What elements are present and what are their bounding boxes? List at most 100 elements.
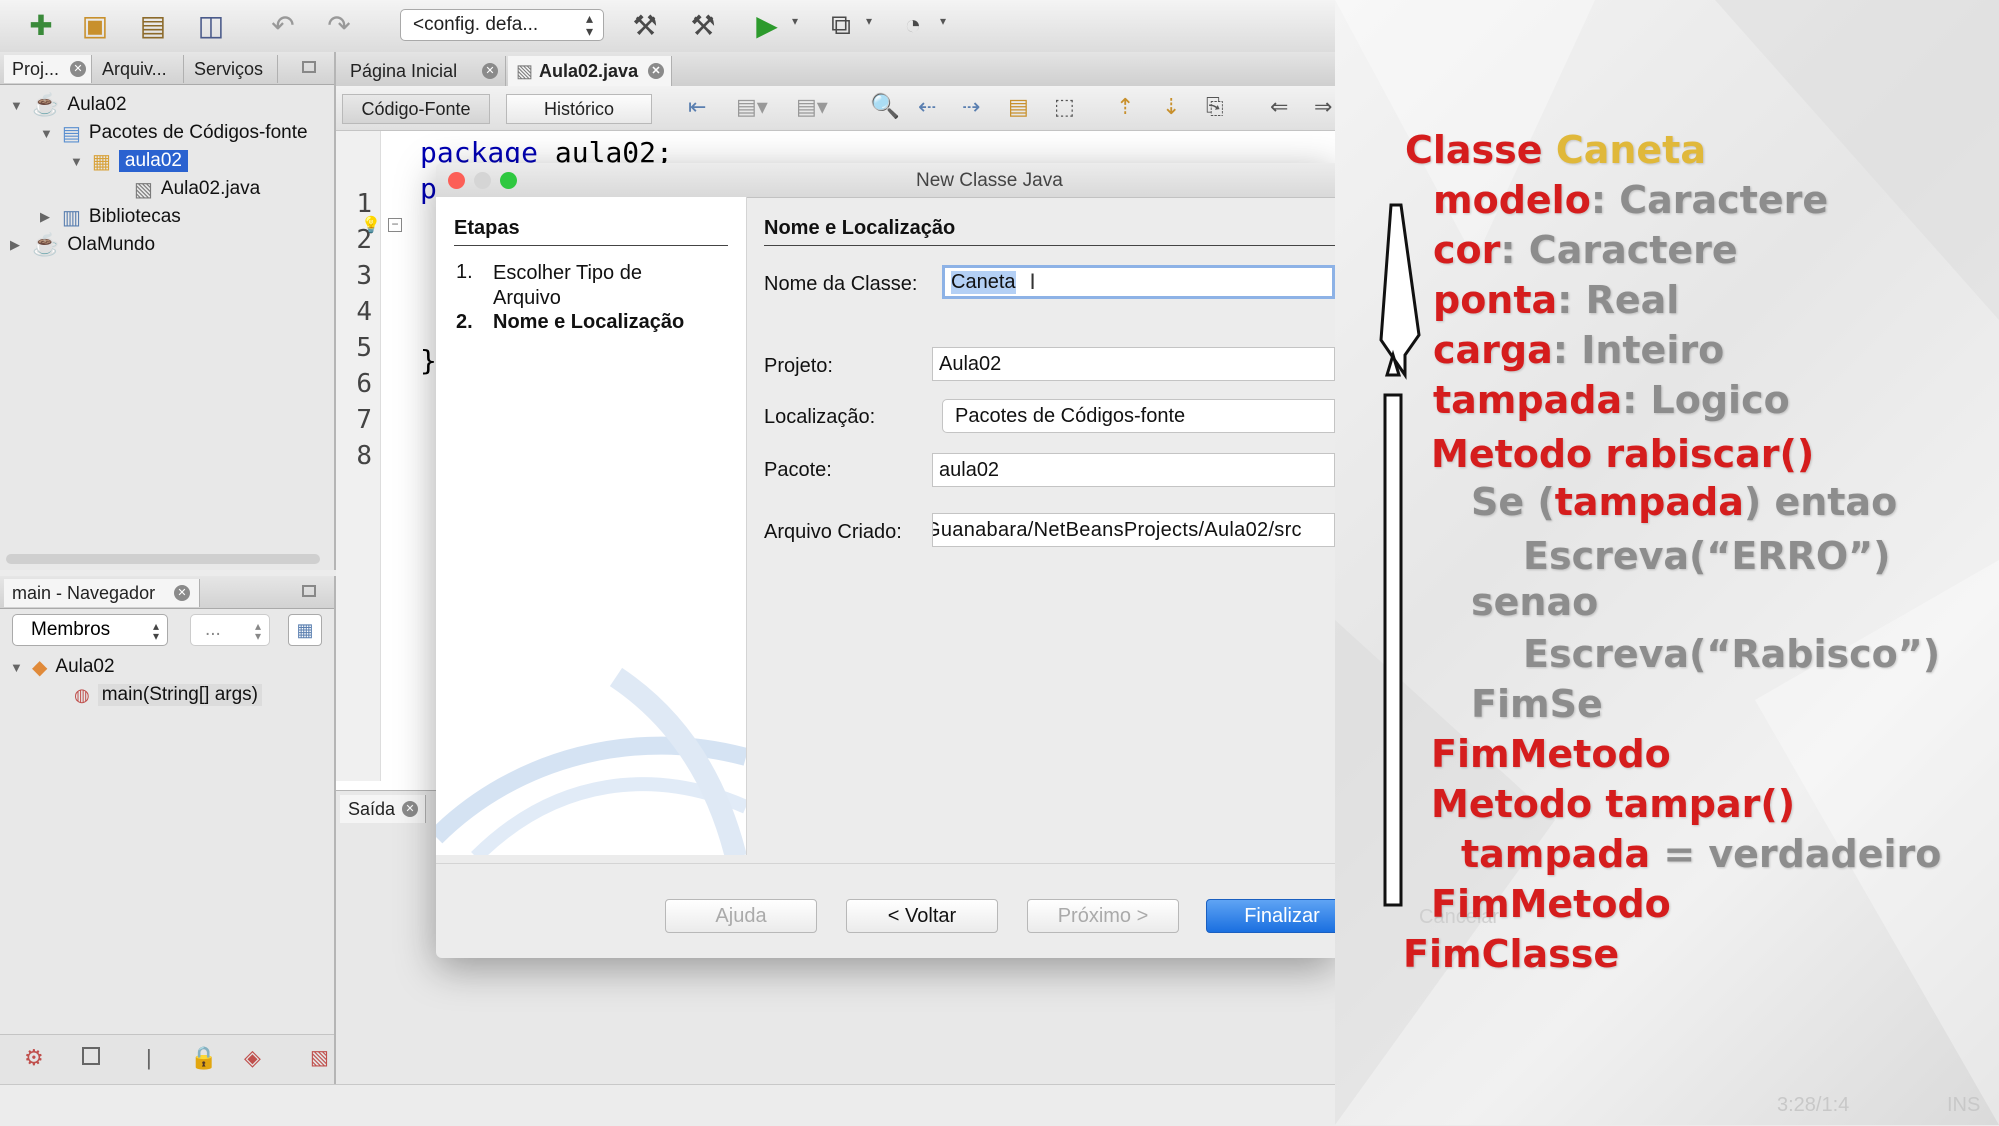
minimize-icon[interactable]: [302, 585, 316, 597]
last-edit-icon[interactable]: ⇤: [688, 94, 706, 120]
tree-item-main-method[interactable]: ◍ main(String[] args): [74, 682, 262, 708]
tab-start-page[interactable]: Página Inicial ✕: [342, 56, 506, 86]
tree-item-class-aula02[interactable]: ▼ ◆ Aula02: [10, 654, 115, 680]
profile-icon[interactable]: ◔: [894, 7, 932, 43]
new-project-icon[interactable]: ▣: [76, 7, 114, 43]
class-name-input[interactable]: Caneta I: [942, 265, 1335, 299]
if-statement: Se (tampada) entao: [1471, 480, 1897, 524]
build-icon[interactable]: ⚒: [626, 7, 664, 43]
tab-services[interactable]: Serviços: [186, 55, 278, 83]
code-line-7[interactable]: }: [420, 344, 437, 377]
save-all-icon[interactable]: ◫: [192, 7, 230, 43]
find-previous-icon[interactable]: ⇠: [918, 94, 936, 120]
back-button[interactable]: < Voltar: [846, 899, 998, 933]
steps-heading: Etapas: [454, 217, 520, 239]
expand-icon[interactable]: ▼: [10, 660, 32, 675]
new-file-icon[interactable]: ✚: [22, 7, 60, 43]
shift-right-icon[interactable]: ⇒: [1314, 94, 1332, 120]
projects-tabbar: Proj... ✕ Arquiv... Serviços: [0, 52, 334, 85]
new-java-class-dialog: New Classe Java Etapas 1. Escolher Tipo …: [436, 163, 1335, 958]
undo-icon[interactable]: ↶: [264, 7, 302, 43]
toggle-bookmark-icon[interactable]: ⎘: [1206, 94, 1224, 120]
package-combo[interactable]: aula02: [932, 453, 1335, 487]
lock-icon[interactable]: 🔒: [190, 1045, 217, 1071]
tab-navigator[interactable]: main - Navegador ✕: [4, 579, 200, 607]
help-button[interactable]: Ajuda: [665, 899, 817, 933]
tab-projects[interactable]: Proj... ✕: [4, 55, 92, 83]
dialog-title: New Classe Java: [916, 170, 1063, 191]
close-icon[interactable]: ✕: [70, 61, 86, 77]
expand-icon[interactable]: ▼: [70, 154, 92, 169]
step-2-label: Nome e Localização: [493, 311, 685, 333]
history-button[interactable]: Histórico: [506, 94, 652, 124]
step-1-label: Escolher Tipo de Arquivo: [493, 262, 642, 309]
clean-build-icon[interactable]: ⚒: [684, 7, 722, 43]
chevron-down-icon[interactable]: ▾: [866, 14, 872, 28]
tree-item-olamundo[interactable]: ▶ ☕ OlaMundo: [10, 232, 155, 258]
tab-output[interactable]: Saída ✕: [340, 795, 426, 823]
zoom-window-icon[interactable]: [500, 172, 517, 189]
minimize-icon[interactable]: [302, 61, 316, 73]
finish-button[interactable]: Finalizar: [1206, 899, 1335, 933]
tab-aula02-java[interactable]: ▧ Aula02.java ✕: [508, 56, 672, 86]
find-next-icon[interactable]: ⇢: [962, 94, 980, 120]
tree-item-package-aula02[interactable]: ▼ ▦ aula02: [70, 148, 188, 174]
tree-label: main(String[] args): [97, 684, 262, 706]
source-button[interactable]: Código-Fonte: [342, 94, 490, 124]
static-filter-icon[interactable]: [82, 1047, 100, 1065]
chevron-down-icon[interactable]: ▾: [940, 14, 946, 28]
next-button[interactable]: Próximo >: [1027, 899, 1179, 933]
fold-icon[interactable]: −: [388, 218, 402, 232]
back-icon[interactable]: ▤▾: [736, 94, 768, 120]
debug-icon[interactable]: ⧉: [822, 7, 860, 43]
run-icon[interactable]: ▶: [748, 7, 786, 43]
horizontal-scrollbar[interactable]: [6, 554, 320, 564]
redo-icon[interactable]: ↷: [320, 7, 358, 43]
next-bookmark-icon[interactable]: ⇣: [1162, 94, 1180, 120]
expand-icon[interactable]: ▼: [40, 126, 62, 141]
members-select[interactable]: Membros ▴ ▾: [12, 614, 168, 646]
code-line-2[interactable]: p: [420, 172, 437, 205]
shift-left-icon[interactable]: ⇐: [1270, 94, 1288, 120]
config-select[interactable]: <config. defa... ▴ ▾: [400, 9, 604, 41]
filter-select[interactable]: ... ▴ ▾: [190, 614, 270, 646]
collapse-icon[interactable]: ▶: [10, 237, 32, 253]
close-icon[interactable]: ✕: [174, 585, 190, 601]
tree-item-libraries[interactable]: ▶ ▥ Bibliotecas: [40, 204, 181, 230]
tree-label: Aula02: [55, 656, 115, 677]
sort-icon[interactable]: ◈: [244, 1045, 261, 1071]
minimize-window-icon[interactable]: [474, 172, 491, 189]
find-icon[interactable]: 🔍: [870, 92, 900, 121]
toggle-highlight-icon[interactable]: ▤: [1008, 94, 1029, 120]
history-button-label: Histórico: [543, 98, 614, 119]
javadoc-icon[interactable]: ▧: [310, 1045, 329, 1070]
divider: [436, 863, 1335, 864]
class-keyword: Classe Caneta: [1405, 128, 1706, 172]
open-project-icon[interactable]: ▤: [134, 7, 172, 43]
close-icon[interactable]: ✕: [648, 63, 664, 79]
tree-item-aula02-project[interactable]: ▼ ☕ Aula02: [10, 92, 127, 118]
forward-icon[interactable]: ▤▾: [796, 94, 828, 120]
line-number: 5: [356, 333, 372, 363]
close-icon[interactable]: ✕: [482, 63, 498, 79]
write-statement: Escreva(“Rabisco”): [1523, 632, 1941, 676]
filter-select-value: ...: [205, 619, 221, 640]
prev-bookmark-icon[interactable]: ⇡: [1116, 94, 1134, 120]
inherited-filter-icon[interactable]: |: [146, 1045, 152, 1071]
method-declaration: Metodo rabiscar(): [1431, 432, 1814, 476]
rect-select-icon[interactable]: ⬚: [1054, 94, 1075, 120]
endif-statement: FimSe: [1471, 682, 1603, 726]
close-window-icon[interactable]: [448, 172, 465, 189]
expand-icon[interactable]: ▼: [10, 98, 32, 113]
tree-item-source-packages[interactable]: ▼ ▤ Pacotes de Códigos-fonte: [40, 120, 308, 146]
chevron-down-icon[interactable]: ▾: [792, 14, 798, 28]
toggle-view-icon[interactable]: ▦: [288, 614, 322, 646]
location-select[interactable]: Pacotes de Códigos-fonte: [942, 399, 1335, 433]
tab-projects-label: Proj...: [12, 58, 60, 79]
tree-item-java-file[interactable]: ▧ Aula02.java: [134, 176, 260, 202]
tab-files[interactable]: Arquiv...: [94, 55, 184, 83]
fields-filter-icon[interactable]: ⚙: [24, 1045, 44, 1071]
close-icon[interactable]: ✕: [402, 801, 418, 817]
lightbulb-icon[interactable]: 💡: [361, 215, 381, 235]
collapse-icon[interactable]: ▶: [40, 209, 62, 225]
